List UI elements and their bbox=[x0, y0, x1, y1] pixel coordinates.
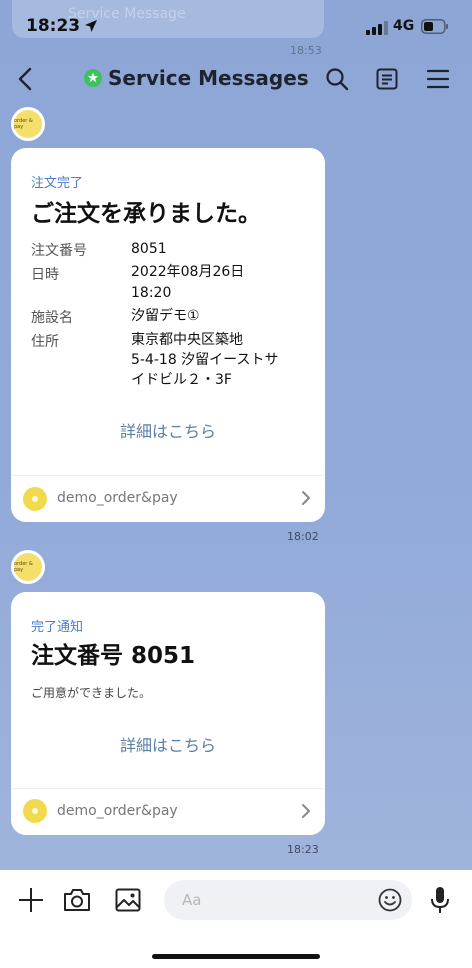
datetime-date-value: 2022年08月26日 bbox=[131, 264, 245, 280]
address-line-2: 5-4-18 汐留イーストサ bbox=[131, 352, 279, 368]
sender-avatar[interactable]: order & pay bbox=[11, 550, 45, 584]
card-label: 注文完了 bbox=[31, 176, 84, 191]
hamburger-menu-icon bbox=[427, 69, 449, 89]
network-type: 4G bbox=[393, 18, 415, 34]
service-name[interactable]: demo_order&pay bbox=[57, 803, 178, 819]
card-divider bbox=[11, 788, 325, 789]
card-divider bbox=[11, 475, 325, 476]
details-link[interactable]: 詳細はこちら bbox=[11, 418, 325, 442]
message-input-placeholder: Aa bbox=[182, 891, 202, 909]
facility-value: 汐留デモ① bbox=[131, 308, 200, 324]
camera-icon bbox=[64, 889, 90, 911]
location-arrow-icon bbox=[84, 18, 98, 37]
card-heading: 注文番号 8051 bbox=[31, 643, 196, 669]
microphone-icon bbox=[431, 887, 449, 913]
message-time: 18:23 bbox=[287, 843, 319, 856]
back-button[interactable] bbox=[10, 64, 40, 94]
message-input[interactable]: Aa bbox=[164, 880, 412, 920]
message-time: 18:02 bbox=[287, 530, 319, 543]
details-link[interactable]: 詳細はこちら bbox=[11, 732, 325, 756]
card-label: 完了通知 bbox=[31, 620, 84, 635]
order-number-value: 8051 bbox=[131, 241, 167, 257]
card-body: ご用意ができました。 bbox=[31, 686, 152, 700]
service-logo-icon bbox=[23, 487, 47, 511]
menu-button[interactable] bbox=[423, 64, 453, 94]
verified-badge-icon bbox=[84, 69, 102, 91]
background-notification-time: 18:53 bbox=[290, 44, 322, 57]
order-ready-card: 完了通知 注文番号 8051 ご用意ができました。 詳細はこちら demo_or… bbox=[11, 592, 325, 835]
datetime-label: 日時 bbox=[31, 267, 59, 283]
photo-button[interactable] bbox=[113, 885, 143, 915]
order-pay-logo-icon: order & pay bbox=[14, 553, 42, 581]
chevron-right-icon[interactable] bbox=[301, 803, 311, 823]
service-logo-icon bbox=[23, 799, 47, 823]
cellular-signal-icon bbox=[366, 20, 388, 35]
order-confirmation-card: 注文完了 ご注文を承りました。 注文番号 8051 日時 2022年08月26日… bbox=[11, 148, 325, 522]
home-indicator bbox=[152, 954, 320, 959]
sender-avatar[interactable]: order & pay bbox=[11, 107, 45, 141]
datetime-time-value: 18:20 bbox=[131, 285, 172, 301]
add-button[interactable] bbox=[16, 885, 46, 915]
battery-icon bbox=[421, 19, 449, 34]
service-name[interactable]: demo_order&pay bbox=[57, 490, 178, 506]
card-heading: ご注文を承りました。 bbox=[31, 201, 261, 227]
emoji-button[interactable] bbox=[378, 888, 402, 916]
emoji-icon bbox=[378, 888, 402, 912]
search-icon bbox=[326, 68, 349, 91]
chat-title: Service Messages bbox=[108, 66, 309, 90]
chevron-right-icon[interactable] bbox=[301, 490, 311, 510]
camera-button[interactable] bbox=[62, 885, 92, 915]
notes-button[interactable] bbox=[372, 64, 402, 94]
order-number-label: 注文番号 bbox=[31, 243, 87, 259]
image-icon bbox=[115, 888, 141, 912]
order-pay-logo-icon: order & pay bbox=[14, 110, 42, 138]
plus-icon bbox=[19, 888, 43, 912]
order-pay-logo-text: order & pay bbox=[14, 118, 33, 130]
chevron-left-icon bbox=[18, 67, 32, 91]
address-label: 住所 bbox=[31, 334, 59, 350]
status-time: 18:23 bbox=[26, 16, 81, 36]
facility-label: 施設名 bbox=[31, 310, 73, 326]
search-button[interactable] bbox=[322, 64, 352, 94]
order-pay-logo-text: order & pay bbox=[14, 561, 33, 573]
address-line-3: イドビル２・3F bbox=[131, 372, 232, 388]
message-input-bar: Aa bbox=[0, 870, 472, 968]
notes-icon bbox=[376, 68, 398, 90]
voice-button[interactable] bbox=[425, 885, 455, 915]
address-line-1: 東京都中央区築地 bbox=[131, 332, 243, 348]
